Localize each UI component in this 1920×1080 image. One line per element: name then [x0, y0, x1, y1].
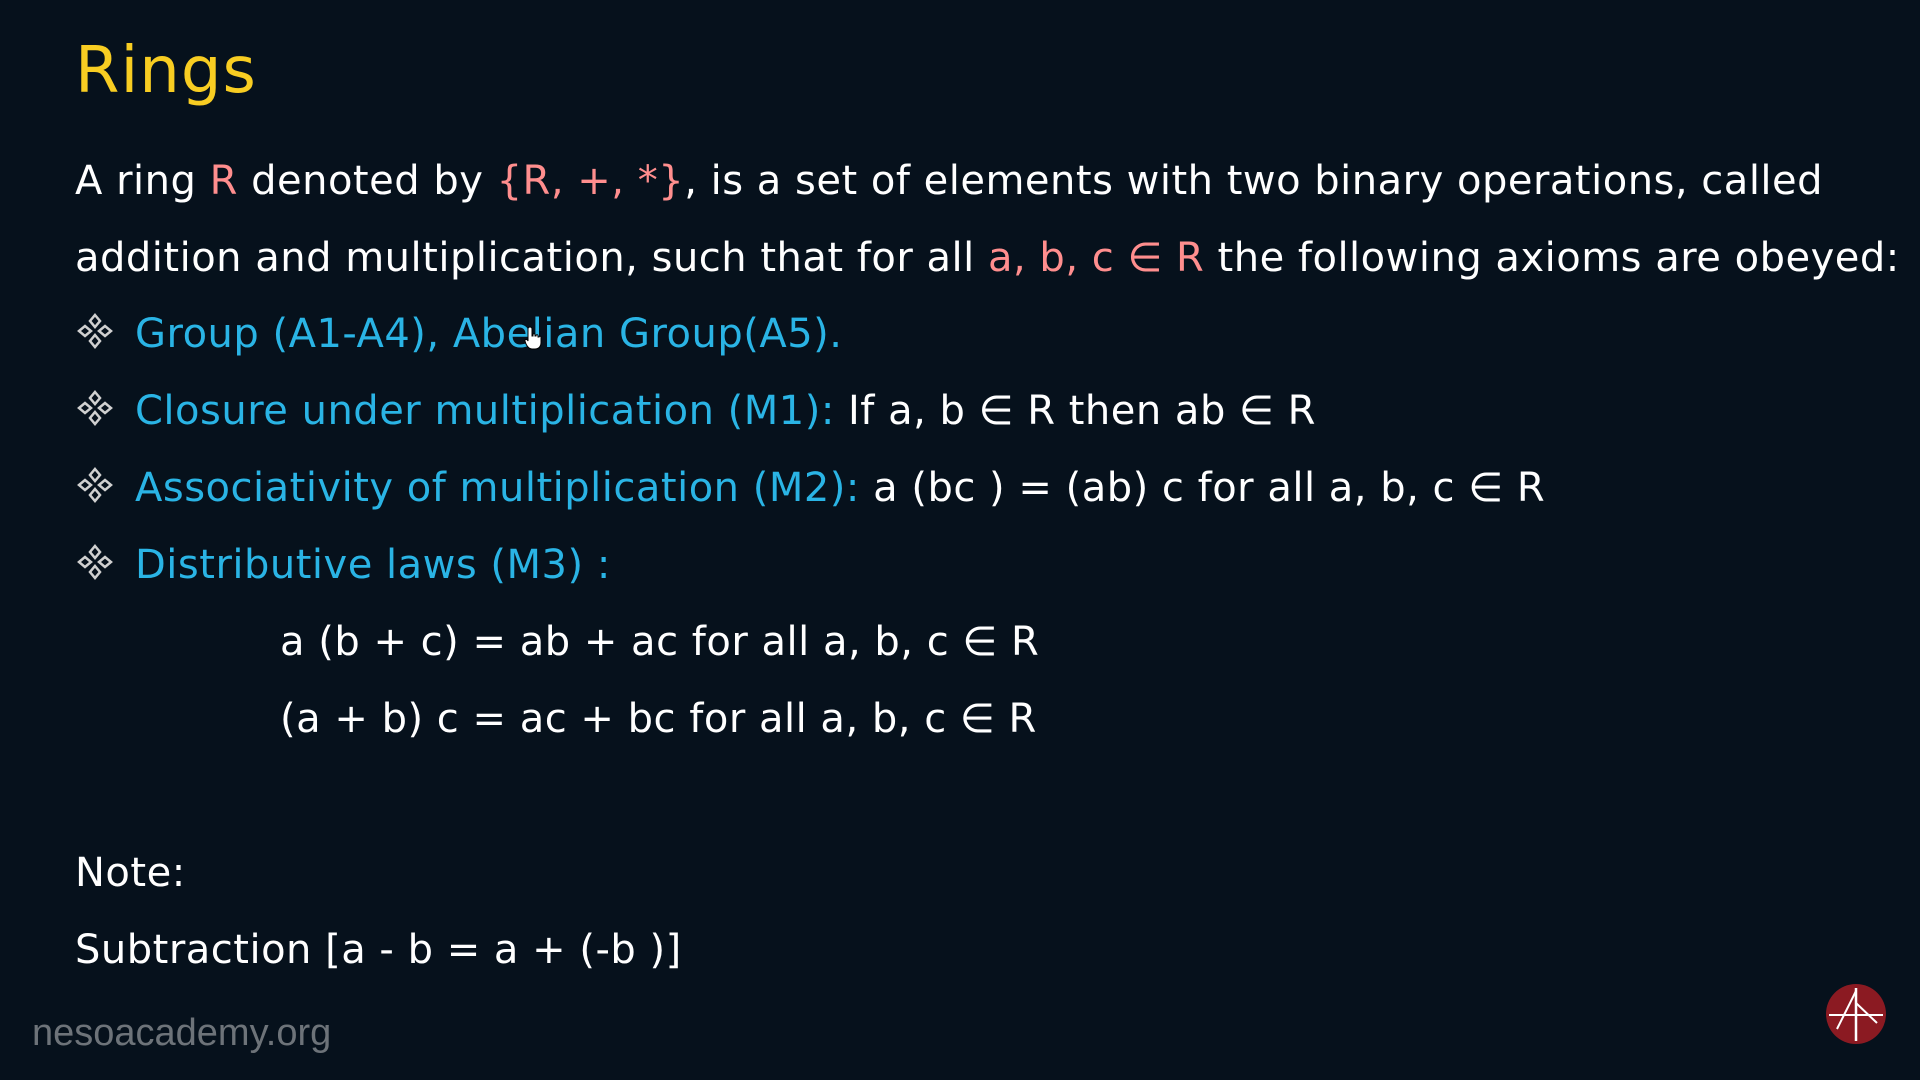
intro-text: the following axioms are obeyed: [1204, 235, 1900, 281]
distributive-left-formula: a (b + c) = ab + ac for all a, b, c ∈ R [280, 619, 1040, 665]
slide: Rings A ring R denoted by {R, +, *}, is … [0, 0, 1920, 1080]
note-label: Note: [75, 850, 186, 896]
four-diamond-bullet-icon [77, 390, 113, 426]
neso-academy-logo-icon [1826, 984, 1886, 1044]
four-diamond-bullet-icon [77, 467, 113, 503]
four-diamond-bullet-icon [77, 313, 113, 349]
ring-notation: {R, +, *} [496, 158, 685, 204]
bullet-label: Closure under multiplication (M1): [135, 388, 835, 434]
bullet-item-associativity: Associativity of multiplication (M2): a … [75, 465, 1545, 511]
bullet-item-group: Group (A1-A4), Abelian Group(A5). [75, 311, 843, 357]
ring-symbol: R [209, 158, 238, 204]
bullet-label: Distributive laws (M3) : [135, 542, 611, 588]
bullet-text: a (bc ) = (ab) c for all a, b, c ∈ R [859, 465, 1546, 511]
slide-title: Rings [75, 34, 257, 108]
intro-line-2: addition and multiplication, such that f… [75, 235, 1900, 281]
distributive-right-formula: (a + b) c = ac + bc for all a, b, c ∈ R [280, 696, 1037, 742]
watermark: nesoacademy.org [32, 1012, 332, 1054]
bullet-item-distributive: Distributive laws (M3) : [75, 542, 611, 588]
hand-pointer-cursor-icon [524, 326, 542, 350]
intro-line-1: A ring R denoted by {R, +, *}, is a set … [75, 158, 1823, 204]
four-diamond-bullet-icon [77, 544, 113, 580]
bullet-text: If a, b ∈ R then ab ∈ R [834, 388, 1316, 434]
intro-text: addition and multiplication, such that f… [75, 235, 988, 281]
intro-text: A ring [75, 158, 210, 204]
bullet-item-closure: Closure under multiplication (M1): If a,… [75, 388, 1316, 434]
bullet-label: Group (A1-A4), Abelian Group(A5). [135, 311, 843, 357]
elements-notation: a, b, c ∈ R [987, 235, 1205, 281]
bullet-label: Associativity of multiplication (M2): [135, 465, 860, 511]
intro-text: , is a set of elements with two binary o… [684, 158, 1824, 204]
note-subtraction: Subtraction [a - b = a + (-b )] [75, 927, 682, 973]
intro-text: denoted by [237, 158, 497, 204]
